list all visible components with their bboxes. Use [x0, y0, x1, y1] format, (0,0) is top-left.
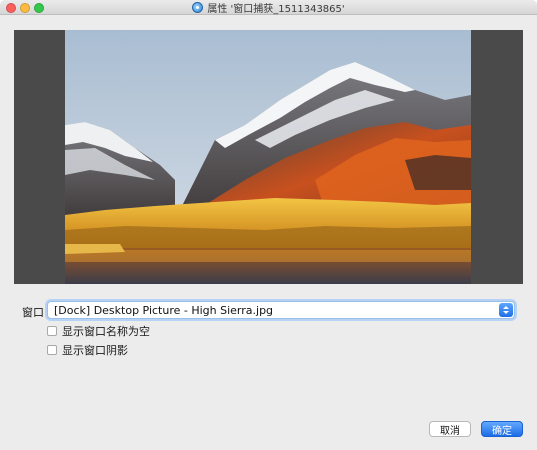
- window-select[interactable]: [Dock] Desktop Picture - High Sierra.jpg: [47, 301, 515, 319]
- properties-window: 属性 '窗口捕获_1511343865' 窗口 [Dock] Desktop P…: [0, 0, 537, 450]
- window-field-label: 窗口: [22, 306, 44, 319]
- window-select-value: [Dock] Desktop Picture - High Sierra.jpg: [54, 304, 274, 317]
- cancel-button[interactable]: 取消: [429, 421, 471, 437]
- obs-source-icon: [192, 2, 204, 13]
- show-shadow-label: 显示窗口阴影: [62, 344, 128, 357]
- show-shadow-checkbox[interactable]: [47, 345, 57, 355]
- show-empty-names-label: 显示窗口名称为空: [62, 325, 150, 338]
- window-title-group: 属性 '窗口捕获_1511343865': [0, 0, 537, 15]
- window-title: 属性 '窗口捕获_1511343865': [207, 4, 345, 15]
- title-bar[interactable]: 属性 '窗口捕获_1511343865': [0, 0, 537, 15]
- select-arrows-icon: [499, 303, 513, 317]
- wallpaper-preview: [65, 30, 471, 284]
- ok-button[interactable]: 确定: [481, 421, 523, 437]
- show-empty-names-option[interactable]: 显示窗口名称为空: [47, 323, 150, 339]
- show-shadow-option[interactable]: 显示窗口阴影: [47, 342, 128, 358]
- show-empty-names-checkbox[interactable]: [47, 326, 57, 336]
- source-preview: [14, 30, 523, 284]
